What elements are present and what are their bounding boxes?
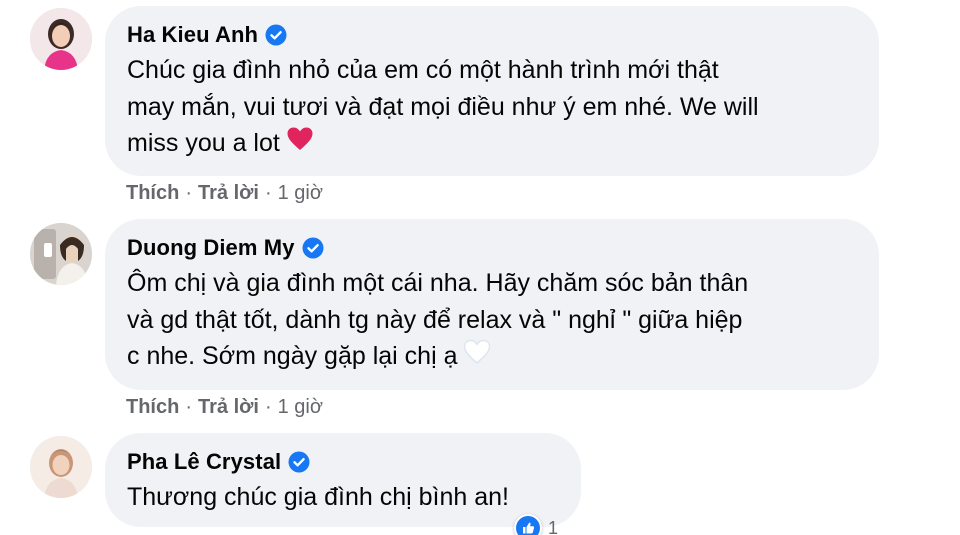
comment-line: Chúc gia đình nhỏ của em có một hành trì…	[127, 56, 719, 84]
separator: ·	[264, 396, 272, 418]
like-link[interactable]: Thích	[126, 182, 179, 205]
red-heart-icon	[286, 126, 314, 163]
comment-actions: Thích · Trả lời · 1 giờ	[126, 396, 323, 419]
comment-text: Ôm chị và gia đình một cái nha. Hãy chăm…	[127, 265, 857, 376]
separator: ·	[185, 182, 193, 204]
comment-bubble: Ha Kieu Anh Chúc gia đình nhỏ của em có …	[105, 6, 879, 176]
reaction-count: 1	[548, 517, 559, 535]
avatar[interactable]	[30, 436, 92, 498]
like-icon	[514, 514, 542, 535]
timestamp[interactable]: 1 giờ	[278, 182, 323, 205]
comment-line: Ôm chị và gia đình một cái nha. Hãy chăm…	[127, 269, 749, 297]
avatar-image	[30, 8, 92, 70]
timestamp[interactable]: 1 giờ	[278, 396, 323, 419]
white-heart-icon	[463, 339, 491, 376]
author-name[interactable]: Pha Lê Crystal	[127, 449, 281, 475]
comments-section: Ha Kieu Anh Chúc gia đình nhỏ của em có …	[0, 0, 960, 535]
verified-badge-icon	[288, 451, 310, 473]
author-name[interactable]: Ha Kieu Anh	[127, 22, 258, 48]
avatar[interactable]	[30, 223, 92, 285]
verified-badge-icon	[302, 237, 324, 259]
reply-link[interactable]: Trả lời	[198, 396, 259, 419]
comment-line: miss you a lot	[127, 129, 280, 157]
comment-line: c nhe. Sớm ngày gặp lại chị ạ	[127, 342, 458, 370]
comment-line: và gd thật tốt, dành tg này để relax và …	[127, 305, 743, 334]
avatar-image	[30, 436, 92, 498]
comment-line: may mắn, vui tươi và đạt mọi điều như ý …	[127, 92, 759, 121]
comment-bubble: Duong Diem My Ôm chị và gia đình một cái…	[105, 219, 879, 390]
separator: ·	[185, 396, 193, 418]
verified-badge-icon	[265, 24, 287, 46]
comment-text: Chúc gia đình nhỏ của em có một hành trì…	[127, 52, 857, 163]
avatar[interactable]	[30, 8, 92, 70]
reaction-summary[interactable]: 1	[514, 514, 558, 535]
avatar-image	[30, 223, 92, 285]
author-name[interactable]: Duong Diem My	[127, 235, 295, 261]
like-link[interactable]: Thích	[126, 396, 179, 419]
reply-link[interactable]: Trả lời	[198, 182, 259, 205]
comment-actions: Thích · Trả lời · 1 giờ	[126, 182, 323, 205]
comment-bubble: Pha Lê Crystal Thương chúc gia đình chị …	[105, 433, 581, 527]
comment-line: Thương chúc gia đình chị bình an!	[127, 483, 509, 511]
separator: ·	[264, 182, 272, 204]
comment-text: Thương chúc gia đình chị bình an!	[127, 479, 559, 516]
